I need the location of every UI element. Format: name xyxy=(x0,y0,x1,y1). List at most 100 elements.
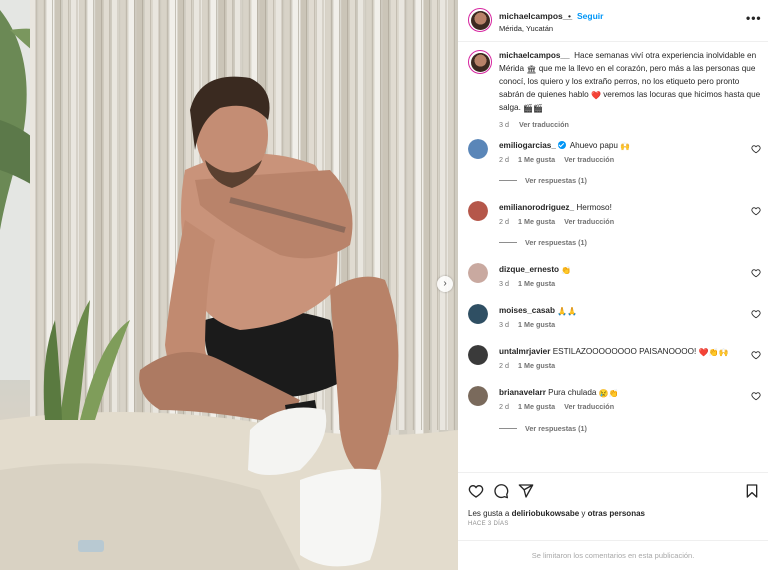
commenter-username[interactable]: emiliogarcias_ xyxy=(499,141,556,150)
author-username[interactable]: michaelcampos__ xyxy=(499,11,572,21)
comment-emoji: ❤️👏🙌 xyxy=(698,348,729,357)
post-detail-panel: michaelcampos__ • Seguir Mérida, Yucatán… xyxy=(458,0,768,570)
wooden-stick xyxy=(423,0,430,442)
comment-time: 2 d xyxy=(499,361,509,370)
comment-meta: 2 d 1 Me gusta Ver traducción xyxy=(499,402,614,411)
commenter-avatar[interactable] xyxy=(468,201,488,221)
comment-heart-icon[interactable] xyxy=(751,206,761,216)
view-replies-button[interactable]: Ver respuestas (1) xyxy=(499,176,587,185)
more-options-icon[interactable]: ••• xyxy=(746,12,762,24)
comment-emoji: 🙏🙏 xyxy=(557,307,578,316)
comment-likes[interactable]: 1 Me gusta xyxy=(518,279,555,288)
photo-illustration xyxy=(0,0,458,570)
comment-meta: 2 d 1 Me gusta Ver traducción xyxy=(499,217,614,226)
commenter-avatar[interactable] xyxy=(468,345,488,365)
post-photo[interactable]: › xyxy=(0,0,458,570)
post-caption: michaelcampos__ Hace semanas viví otra e… xyxy=(458,50,768,131)
comment-likes[interactable]: 1 Me gusta xyxy=(518,361,555,370)
comment-emoji: 👏 xyxy=(561,266,572,275)
wooden-stick xyxy=(415,0,424,438)
bookmark-icon[interactable] xyxy=(744,483,760,499)
likes-others[interactable]: otras personas xyxy=(588,509,645,518)
commenter-avatar[interactable] xyxy=(468,386,488,406)
comment-heart-icon[interactable] xyxy=(751,144,761,154)
comment-text: moises_casab 🙏🙏 xyxy=(499,306,747,316)
comment-likes[interactable]: 1 Me gusta xyxy=(518,155,555,164)
view-replies-button[interactable]: Ver respuestas (1) xyxy=(499,424,587,433)
comment-text: dizque_ernesto 👏 xyxy=(499,265,747,275)
replies-line xyxy=(499,242,517,243)
comment-heart-icon[interactable] xyxy=(751,350,761,360)
comment-heart-icon[interactable] xyxy=(751,309,761,319)
follow-button[interactable]: Seguir xyxy=(577,11,603,21)
avatar-fill xyxy=(468,386,488,406)
comment-icon[interactable] xyxy=(493,483,509,499)
comment-text: emiliogarcias_ Ahuevo papu 🙌 xyxy=(499,141,747,151)
likes-summary: Les gusta a deliriobukowsabe y otras per… xyxy=(468,509,645,518)
comment-emoji: 🙌 xyxy=(620,142,631,151)
comment-body: ESTILAZOOOOOOOO PAISANOOOO! xyxy=(552,347,699,356)
comment-time: 3 d xyxy=(499,279,509,288)
comment-item: emilianorodriguez_ Hermoso! 2 d 1 Me gus… xyxy=(458,201,768,231)
comment-heart-icon[interactable] xyxy=(751,268,761,278)
separator-dot: • xyxy=(568,11,571,21)
comment-translate-link[interactable]: Ver traducción xyxy=(564,155,614,164)
likes-user[interactable]: deliriobukowsabe xyxy=(512,509,580,518)
wooden-stick xyxy=(440,0,448,430)
comment-time: 2 d xyxy=(499,155,509,164)
comment-item: dizque_ernesto 👏 3 d 1 Me gusta xyxy=(458,263,768,293)
commenter-avatar[interactable] xyxy=(468,304,488,324)
comment-text: emilianorodriguez_ Hermoso! xyxy=(499,203,747,212)
caption-avatar[interactable] xyxy=(468,50,492,74)
likes-middle: y xyxy=(579,509,588,518)
comment-likes[interactable]: 1 Me gusta xyxy=(518,402,555,411)
comment-item: untalmrjavier ESTILAZOOOOOOOO PAISANOOOO… xyxy=(458,345,768,375)
post-actions: Les gusta a deliriobukowsabe y otras per… xyxy=(458,472,768,570)
comment-body: Pura chulada xyxy=(548,388,599,397)
caption-time: 3 d xyxy=(499,119,509,129)
comment-likes[interactable]: 1 Me gusta xyxy=(518,217,555,226)
view-replies-label: Ver respuestas (1) xyxy=(525,176,587,185)
author-avatar[interactable] xyxy=(468,8,492,32)
commenter-username[interactable]: dizque_ernesto xyxy=(499,265,559,274)
caption-username[interactable]: michaelcampos__ xyxy=(499,51,570,60)
wooden-stick xyxy=(399,0,405,430)
caption-meta: 3 d Ver traducción xyxy=(499,119,761,132)
comment-translate-link[interactable]: Ver traducción xyxy=(564,217,614,226)
comment-body: Ahuevo papu xyxy=(569,141,621,150)
comment-text: brianavelarr Pura chulada 😢👏 xyxy=(499,388,747,398)
commenter-avatar[interactable] xyxy=(468,263,488,283)
comment-item: brianavelarr Pura chulada 😢👏 2 d 1 Me gu… xyxy=(458,386,768,416)
comment-likes[interactable]: 1 Me gusta xyxy=(518,320,555,329)
comment-meta: 3 d 1 Me gusta xyxy=(499,279,555,288)
send-icon[interactable] xyxy=(518,483,534,499)
commenter-username[interactable]: moises_casab xyxy=(499,306,555,315)
comment-heart-icon[interactable] xyxy=(751,391,761,401)
wooden-stick xyxy=(30,0,36,430)
comment-time: 2 d xyxy=(499,217,509,226)
comment-translate-link[interactable]: Ver traducción xyxy=(564,402,614,411)
comment-meta: 2 d 1 Me gusta Ver traducción xyxy=(499,155,614,164)
avatar-fill xyxy=(468,263,488,283)
next-photo-button[interactable]: › xyxy=(437,276,453,292)
commenter-username[interactable]: brianavelarr xyxy=(499,388,546,397)
comment-meta: 2 d 1 Me gusta xyxy=(499,361,555,370)
heart-icon[interactable] xyxy=(468,483,484,499)
comment-item: moises_casab 🙏🙏 3 d 1 Me gusta xyxy=(458,304,768,334)
comment-time: 2 d xyxy=(499,402,509,411)
post-date: HACE 3 DÍAS xyxy=(468,521,509,527)
caption-translate-link[interactable]: Ver traducción xyxy=(519,119,569,132)
commenter-avatar[interactable] xyxy=(468,139,488,159)
comment-meta: 3 d 1 Me gusta xyxy=(499,320,555,329)
comment-body: Hermoso! xyxy=(576,203,612,212)
post-location[interactable]: Mérida, Yucatán xyxy=(499,24,553,33)
view-replies-button[interactable]: Ver respuestas (1) xyxy=(499,238,587,247)
commenter-username[interactable]: untalmrjavier xyxy=(499,347,550,356)
caption-text: michaelcampos__ Hace semanas viví otra e… xyxy=(499,50,761,131)
comment-text: untalmrjavier ESTILAZOOOOOOOO PAISANOOOO… xyxy=(499,347,747,357)
commenter-username[interactable]: emilianorodriguez_ xyxy=(499,203,574,212)
avatar-fill xyxy=(468,304,488,324)
avatar-fill xyxy=(468,345,488,365)
view-replies-label: Ver respuestas (1) xyxy=(525,424,587,433)
comments-limited-notice: Se limitaron los comentarios en esta pub… xyxy=(458,540,768,570)
